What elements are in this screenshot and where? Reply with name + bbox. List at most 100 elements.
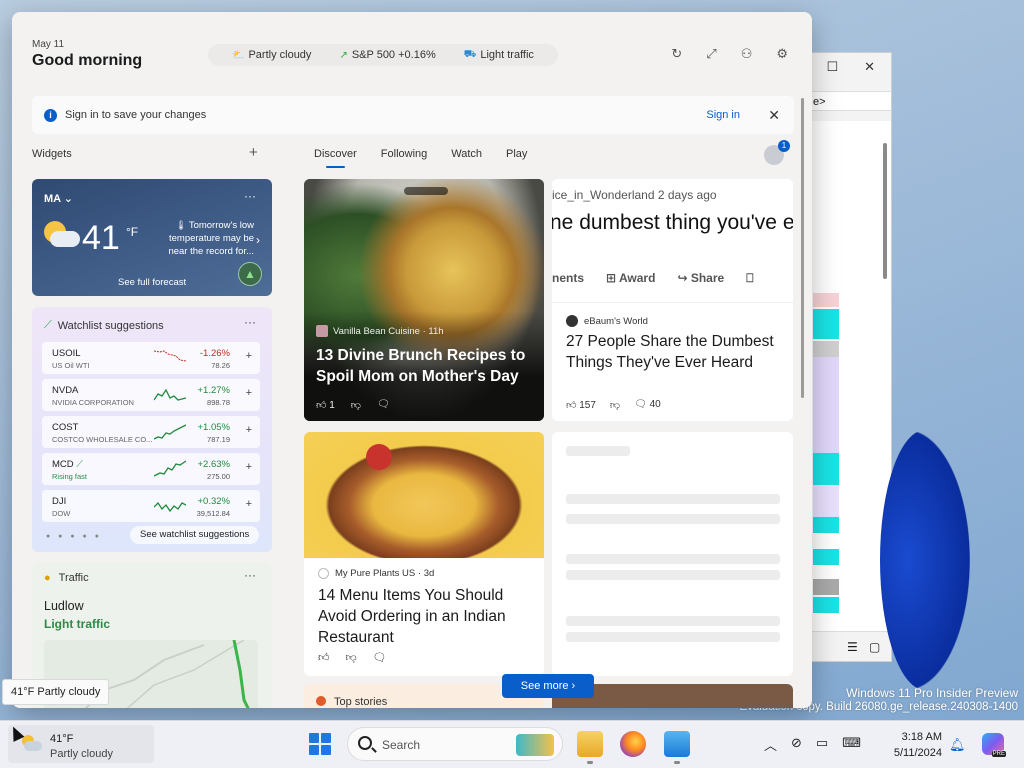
weather-widget[interactable]: MA ⌄ ··· 41 °F Tomorrow's low temperatur… bbox=[32, 179, 272, 296]
header-date: May 11 bbox=[32, 39, 65, 50]
tab-watch[interactable]: Watch bbox=[451, 148, 482, 160]
windows-start-icon[interactable] bbox=[309, 733, 331, 755]
publisher-logo bbox=[566, 315, 578, 327]
language-icon[interactable]: ⌨ bbox=[842, 735, 861, 754]
people-icon[interactable]: ⚇ bbox=[741, 46, 753, 62]
address-bar[interactable]: e> bbox=[809, 91, 891, 111]
color-swatch bbox=[813, 357, 839, 453]
color-swatch bbox=[813, 341, 839, 357]
panel-scrollbar[interactable] bbox=[801, 98, 804, 398]
feed-card[interactable]: ice_in_Wonderland 2 days ago ne dumbest … bbox=[552, 179, 793, 421]
maximize-icon[interactable]: ☐ bbox=[826, 59, 838, 75]
profile-avatar[interactable]: 1 bbox=[764, 140, 790, 165]
greeting: Good morning bbox=[32, 52, 143, 69]
watchlist-row[interactable]: DJI DOW +0.32% 39,512.84 + bbox=[42, 490, 260, 522]
chevron-right-icon[interactable]: › bbox=[256, 233, 260, 247]
thumbs-up-icon[interactable]: 👍︎ bbox=[318, 651, 330, 664]
tiles-view-icon[interactable]: ▢ bbox=[869, 640, 880, 654]
snipping-tool-icon[interactable] bbox=[664, 731, 690, 764]
close-icon[interactable]: ✕ bbox=[864, 59, 875, 75]
screenshot-action-bar: nents ⊞ Award ↪ Share ⎕ bbox=[552, 271, 754, 285]
stock-chip[interactable]: ↗ S&P 500 +0.16% bbox=[325, 49, 449, 61]
tab-play[interactable]: Play bbox=[506, 148, 527, 160]
display-icon[interactable]: ▭ bbox=[816, 735, 828, 754]
skeleton-line bbox=[566, 570, 780, 580]
publisher-logo bbox=[316, 325, 328, 337]
settings-gear-icon[interactable]: ⚙ bbox=[776, 46, 788, 62]
close-icon[interactable]: ✕ bbox=[768, 107, 780, 124]
thumbs-down-icon[interactable]: 👎︎ bbox=[610, 399, 620, 411]
temperature-unit: °F bbox=[126, 225, 139, 239]
image-detail bbox=[366, 444, 392, 470]
carousel-dots[interactable]: ● ● ● ● ● bbox=[46, 533, 102, 540]
more-options-icon[interactable]: ··· bbox=[244, 568, 256, 582]
card-source[interactable]: eBaum's World bbox=[566, 315, 648, 327]
taskbar-search-box[interactable]: Search bbox=[347, 727, 563, 761]
card-title[interactable]: 27 People Share the Dumbest Things They'… bbox=[566, 331, 786, 373]
comment-button[interactable]: 🗨︎ 40 bbox=[634, 399, 661, 411]
file-explorer-icon[interactable] bbox=[577, 731, 603, 764]
more-options-icon[interactable]: ··· bbox=[244, 189, 256, 203]
notification-bell-icon[interactable]: 🔔︎ bbox=[949, 737, 966, 753]
taskbar-weather-button[interactable]: 41°F Partly cloudy bbox=[8, 725, 154, 763]
add-to-watchlist-icon[interactable]: + bbox=[246, 498, 252, 510]
header-actions: ↻ ⤢ ⚇ ⚙ bbox=[671, 46, 788, 62]
signin-link[interactable]: Sign in bbox=[706, 109, 740, 121]
watchlist-widget: ⟋ Watchlist suggestions ··· USOIL US Oil… bbox=[32, 307, 272, 552]
weather-alert[interactable]: Tomorrow's low temperature may be near t… bbox=[160, 219, 254, 258]
partly-cloudy-icon bbox=[20, 735, 42, 753]
more-options-icon[interactable]: ··· bbox=[244, 315, 256, 329]
see-watchlist-suggestions-button[interactable]: See watchlist suggestions bbox=[130, 526, 260, 544]
add-to-watchlist-icon[interactable]: + bbox=[246, 424, 252, 436]
bookmark-icon: ⎕ bbox=[746, 271, 754, 285]
details-view-icon[interactable]: ☰ bbox=[847, 640, 858, 654]
watchlist-row[interactable]: USOIL US Oil WTI -1.26% 78.26 + bbox=[42, 342, 260, 374]
card-title[interactable]: 14 Menu Items You Should Avoid Ordering … bbox=[318, 585, 533, 648]
watchlist-row[interactable]: COST COSTCO WHOLESALE CO... +1.05% 787.1… bbox=[42, 416, 260, 448]
card-image: ice_in_Wonderland 2 days ago ne dumbest … bbox=[552, 179, 793, 303]
expand-icon[interactable]: ⤢ bbox=[706, 46, 716, 62]
color-swatch bbox=[813, 579, 839, 595]
tab-following[interactable]: Following bbox=[381, 148, 427, 160]
add-to-watchlist-icon[interactable]: + bbox=[246, 387, 252, 399]
like-button[interactable]: 👍︎ 1 bbox=[316, 399, 335, 411]
card-source[interactable]: My Pure Plants US · 3d bbox=[318, 568, 434, 579]
weather-chip[interactable]: ⛅ Partly cloudy bbox=[218, 49, 325, 61]
add-to-watchlist-icon[interactable]: + bbox=[246, 461, 252, 473]
weather-location[interactable]: MA ⌄ bbox=[44, 192, 73, 205]
feed-card[interactable]: My Pure Plants US · 3d 14 Menu Items You… bbox=[304, 432, 544, 676]
traffic-status: Light traffic bbox=[44, 617, 110, 631]
traffic-header: ● Traffic bbox=[44, 572, 89, 584]
tab-discover[interactable]: Discover bbox=[314, 148, 357, 168]
watchlist-row[interactable]: NVDA NVIDIA CORPORATION +1.27% 898.78 + bbox=[42, 379, 260, 411]
firefox-icon[interactable] bbox=[620, 731, 646, 757]
copilot-icon[interactable]: PRE bbox=[982, 733, 1006, 757]
traffic-chip[interactable]: ⛟ Light traffic bbox=[450, 49, 548, 62]
rising-icon: ⟋ bbox=[76, 459, 83, 470]
no-network-icon[interactable]: ⊘ bbox=[791, 735, 802, 754]
thumbs-up-icon: 👍︎ bbox=[566, 400, 577, 411]
refresh-icon[interactable]: ↻ bbox=[671, 46, 682, 62]
watchlist-row[interactable]: MCD ⟋ Rising fast +2.63% 275.00 + bbox=[42, 453, 260, 485]
chevron-up-icon[interactable]: ︿ bbox=[764, 735, 777, 754]
traffic-icon: ⛟ bbox=[463, 48, 477, 60]
card-title[interactable]: 13 Divine Brunch Recipes to Spoil Mom on… bbox=[316, 345, 536, 387]
see-more-button[interactable]: See more › bbox=[502, 674, 594, 698]
partly-cloudy-icon: ⛅ bbox=[232, 49, 245, 61]
comment-icon[interactable]: 🗨︎ bbox=[373, 651, 387, 664]
card-source[interactable]: Vanilla Bean Cuisine · 11h bbox=[316, 325, 444, 337]
like-button[interactable]: 👍︎ 157 bbox=[566, 399, 596, 411]
color-swatch bbox=[813, 485, 839, 517]
comment-icon[interactable]: 🗨︎ bbox=[377, 399, 390, 411]
chevron-down-icon: ⌄ bbox=[63, 193, 73, 205]
add-to-watchlist-icon[interactable]: + bbox=[246, 350, 252, 362]
feed-card[interactable]: Vanilla Bean Cuisine · 11h 13 Divine Bru… bbox=[304, 179, 544, 421]
taskbar-clock[interactable]: 3:18 AM 5/11/2024 bbox=[880, 729, 942, 761]
stock-trend-icon: ↗ bbox=[339, 49, 348, 61]
scrollbar-thumb[interactable] bbox=[883, 143, 887, 279]
thumbs-down-icon[interactable]: 👎︎ bbox=[346, 651, 357, 664]
thumbs-down-icon[interactable]: 👎︎ bbox=[351, 399, 361, 411]
add-widget-icon[interactable]: + bbox=[249, 144, 258, 161]
see-full-forecast-link[interactable]: See full forecast bbox=[118, 277, 186, 288]
thumbs-up-icon: 👍︎ bbox=[316, 400, 327, 411]
